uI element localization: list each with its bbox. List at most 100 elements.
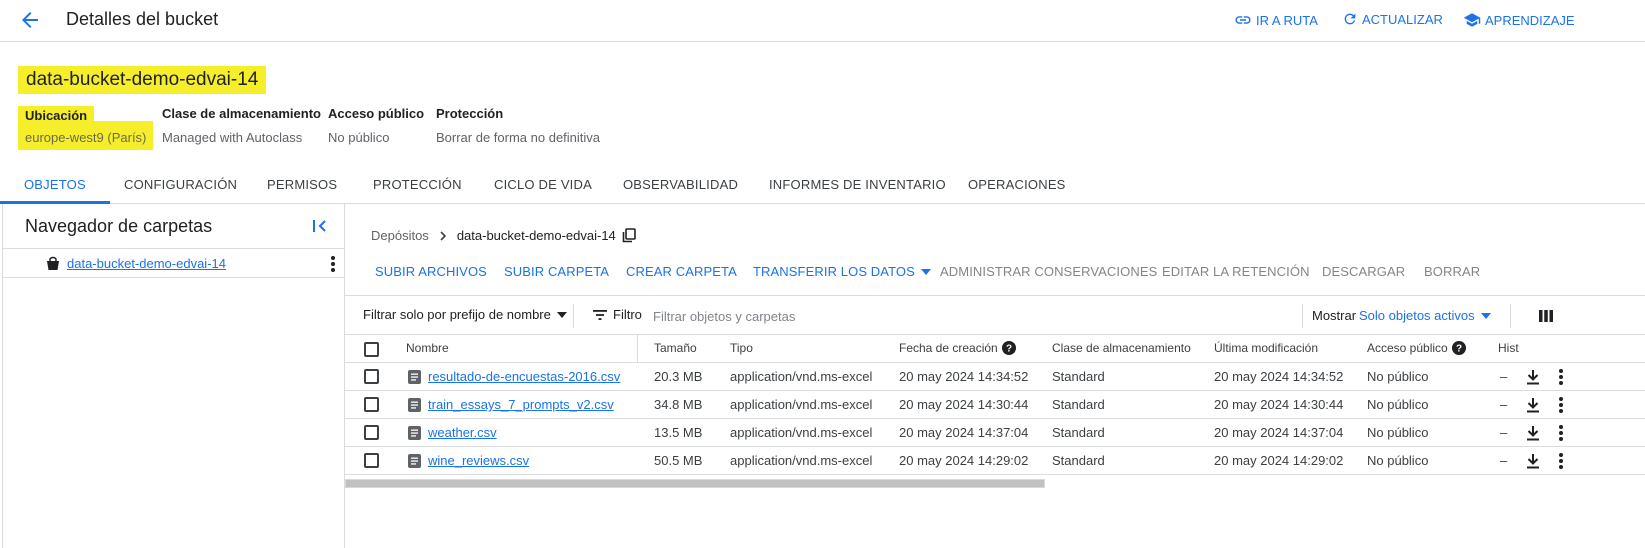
back-arrow-icon[interactable]: [18, 8, 42, 32]
table-header: Nombre Tamaño Tipo Fecha de creación ? C…: [345, 335, 1645, 363]
help-icon[interactable]: ?: [1001, 341, 1016, 355]
col-history[interactable]: Historial: [1498, 341, 1519, 355]
objects-table: Nombre Tamaño Tipo Fecha de creación ? C…: [345, 335, 1645, 475]
col-size[interactable]: Tamaño: [654, 341, 697, 355]
more-vert-icon[interactable]: [325, 255, 341, 273]
object-name-link[interactable]: resultado-de-encuestas-2016.csv: [428, 369, 620, 384]
tab-objects[interactable]: OBJETOS: [0, 166, 110, 204]
go-to-path-button[interactable]: IR A RUTA: [1234, 11, 1318, 29]
tab-bar: OBJETOS CONFIGURACIÓN PERMISOS PROTECCIÓ…: [0, 166, 1645, 204]
transfer-data-label: TRANSFERIR LOS DATOS: [753, 264, 915, 279]
create-folder-button[interactable]: CREAR CARPETA: [626, 264, 737, 279]
object-public-access: No público: [1367, 369, 1429, 384]
object-type: application/vnd.ms-excel: [730, 397, 873, 412]
col-public-access-label: Acceso público: [1367, 341, 1448, 355]
col-public-access[interactable]: Acceso público ?: [1367, 341, 1466, 355]
show-objects-dropdown[interactable]: Solo objetos activos: [1359, 308, 1491, 323]
select-all-checkbox[interactable]: [364, 342, 379, 357]
breadcrumb-root[interactable]: Depósitos: [371, 228, 429, 243]
download-icon[interactable]: [1525, 452, 1541, 470]
location-value: europe-west9 (París): [18, 121, 154, 150]
row-checkbox[interactable]: [364, 453, 379, 468]
col-storage-class[interactable]: Clase de almacenamiento: [1052, 341, 1191, 355]
breadcrumb: Depósitos data-bucket-demo-edvai-14: [371, 228, 636, 243]
filter-list-icon: [593, 309, 607, 320]
school-icon: [1463, 11, 1481, 29]
more-vert-icon[interactable]: [1553, 396, 1569, 414]
file-icon: [408, 454, 421, 468]
more-vert-icon[interactable]: [1553, 424, 1569, 442]
tab-permissions[interactable]: PERMISOS: [267, 166, 337, 204]
transfer-data-button[interactable]: TRANSFERIR LOS DATOS: [753, 264, 931, 279]
refresh-button[interactable]: ACTUALIZAR: [1342, 11, 1443, 27]
object-name-link[interactable]: wine_reviews.csv: [428, 453, 529, 468]
folder-tree-label[interactable]: data-bucket-demo-edvai-14: [67, 256, 226, 271]
tab-operations[interactable]: OPERACIONES: [968, 166, 1066, 204]
column-display-icon[interactable]: [1538, 308, 1554, 324]
more-vert-icon[interactable]: [1553, 368, 1569, 386]
collapse-panel-icon[interactable]: [310, 216, 330, 236]
copy-icon[interactable]: [622, 228, 636, 243]
prefix-filter-label: Filtrar solo por prefijo de nombre: [363, 307, 551, 322]
object-type: application/vnd.ms-excel: [730, 425, 873, 440]
filter-button[interactable]: Filtro: [593, 307, 642, 322]
link-icon: [1234, 11, 1252, 29]
file-icon: [408, 426, 421, 440]
edit-retention-button[interactable]: EDITAR LA RETENCIÓN: [1162, 264, 1310, 279]
top-header: Detalles del bucket IR A RUTA ACTUALIZAR…: [0, 0, 1645, 42]
tab-configuration[interactable]: CONFIGURACIÓN: [124, 166, 237, 204]
download-button[interactable]: DESCARGAR: [1322, 264, 1405, 279]
learn-label: APRENDIZAJE: [1485, 12, 1575, 28]
object-history: –: [1500, 425, 1508, 440]
tab-observability[interactable]: OBSERVABILIDAD: [623, 166, 738, 204]
object-created: 20 may 2024 14:30:44: [899, 397, 1029, 412]
filter-input[interactable]: [653, 305, 1153, 327]
horizontal-scrollbar[interactable]: [345, 479, 1045, 488]
col-name[interactable]: Nombre: [406, 341, 449, 355]
show-objects-value: Solo objetos activos: [1359, 308, 1475, 323]
col-created[interactable]: Fecha de creación ?: [899, 341, 1016, 355]
refresh-icon: [1342, 11, 1358, 27]
learn-button[interactable]: APRENDIZAJE: [1463, 11, 1575, 29]
object-storage-class: Standard: [1052, 425, 1105, 440]
object-public-access: No público: [1367, 453, 1429, 468]
divider: [573, 304, 574, 328]
delete-button[interactable]: BORRAR: [1424, 264, 1480, 279]
object-size: 50.5 MB: [654, 453, 703, 468]
storage-class-label: Clase de almacenamiento: [162, 106, 321, 121]
object-storage-class: Standard: [1052, 369, 1105, 384]
download-icon[interactable]: [1525, 424, 1541, 442]
table-row[interactable]: wine_reviews.csv 50.5 MB application/vnd…: [345, 447, 1645, 475]
help-icon[interactable]: ?: [1451, 341, 1466, 355]
table-row[interactable]: resultado-de-encuestas-2016.csv 20.3 MB …: [345, 363, 1645, 391]
row-checkbox[interactable]: [364, 369, 379, 384]
protection-value: Borrar de forma no definitiva: [436, 130, 601, 145]
download-icon[interactable]: [1525, 368, 1541, 386]
more-vert-icon[interactable]: [1553, 452, 1569, 470]
object-name-link[interactable]: weather.csv: [428, 425, 497, 440]
folder-tree-item[interactable]: data-bucket-demo-edvai-14: [3, 248, 345, 278]
col-type[interactable]: Tipo: [730, 341, 753, 355]
public-access-value: No público: [328, 130, 390, 145]
filter-bar: Filtrar solo por prefijo de nombre Filtr…: [345, 295, 1645, 335]
col-created-label: Fecha de creación: [899, 341, 998, 355]
protection-label: Protección: [436, 106, 504, 121]
download-icon[interactable]: [1525, 396, 1541, 414]
table-row[interactable]: train_essays_7_prompts_v2.csv 34.8 MB ap…: [345, 391, 1645, 419]
prefix-filter-dropdown[interactable]: Filtrar solo por prefijo de nombre: [363, 307, 567, 322]
tab-protection[interactable]: PROTECCIÓN: [373, 166, 462, 204]
upload-files-button[interactable]: SUBIR ARCHIVOS: [375, 264, 487, 279]
upload-folder-button[interactable]: SUBIR CARPETA: [504, 264, 609, 279]
file-icon: [408, 370, 421, 384]
object-created: 20 may 2024 14:37:04: [899, 425, 1029, 440]
tab-lifecycle[interactable]: CICLO DE VIDA: [494, 166, 592, 204]
tab-inventory-reports[interactable]: INFORMES DE INVENTARIO: [769, 166, 946, 204]
row-checkbox[interactable]: [364, 425, 379, 440]
col-modified[interactable]: Última modificación: [1214, 341, 1318, 355]
row-checkbox[interactable]: [364, 397, 379, 412]
manage-holds-button[interactable]: ADMINISTRAR CONSERVACIONES: [940, 264, 1157, 279]
object-name-link[interactable]: train_essays_7_prompts_v2.csv: [428, 397, 614, 412]
table-row[interactable]: weather.csv 13.5 MB application/vnd.ms-e…: [345, 419, 1645, 447]
object-size: 20.3 MB: [654, 369, 703, 384]
object-type: application/vnd.ms-excel: [730, 369, 873, 384]
